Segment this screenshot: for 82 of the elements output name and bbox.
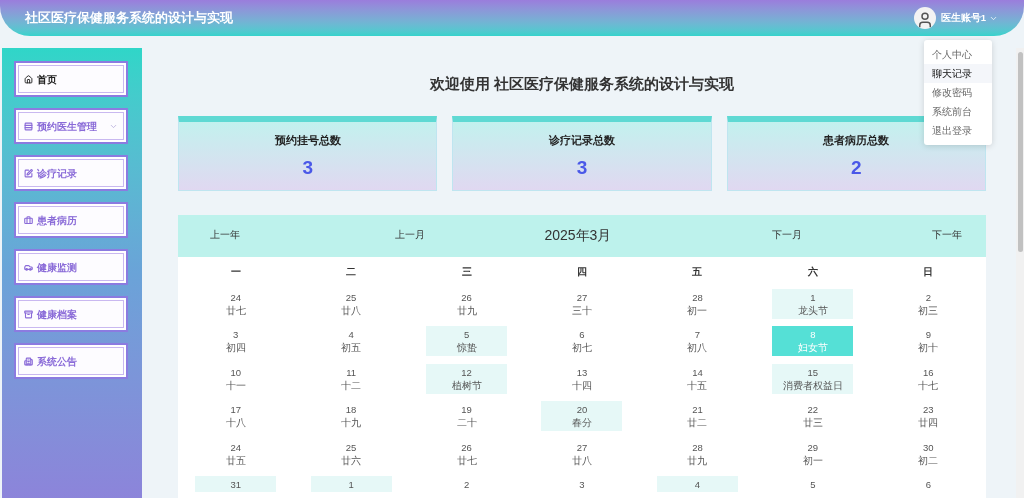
stat-value: 3 xyxy=(576,156,588,180)
weekday-label: 六 xyxy=(806,265,819,280)
calendar-day[interactable]: 21 廿二 xyxy=(656,401,738,431)
calendar-day[interactable]: 31 xyxy=(195,476,277,492)
calendar-day[interactable]: 2 xyxy=(426,476,508,492)
avatar-icon xyxy=(913,7,936,29)
calendar-day[interactable]: 6 初七 xyxy=(541,326,623,356)
calendar-day[interactable]: 12 植树节 xyxy=(426,363,508,394)
calendar-day[interactable]: 26 廿七 xyxy=(426,438,508,469)
calendar-day[interactable]: 15 消费者权益日 xyxy=(772,363,854,394)
stat-label: 诊疗记录总数 xyxy=(549,132,615,148)
app-title: 社区医疗保健服务系统的设计与实现 xyxy=(25,9,233,27)
calendar-day[interactable]: 4 初五 xyxy=(310,326,392,356)
calendar-day[interactable]: 1 xyxy=(310,476,392,492)
calendar-day[interactable]: 3 初四 xyxy=(195,326,277,356)
stat-label: 预约挂号总数 xyxy=(274,132,341,148)
chevron-icon xyxy=(109,122,118,131)
calendar-day[interactable]: 5 惊蛰 xyxy=(426,326,508,356)
calendar-day[interactable]: 28 廿九 xyxy=(656,438,738,469)
calendar-day[interactable]: 17 十八 xyxy=(195,401,277,431)
stat-label: 患者病历总数 xyxy=(823,132,890,148)
weekday-label: 日 xyxy=(922,265,935,280)
calendar-day[interactable]: 27 廿八 xyxy=(541,438,623,469)
prev-year-button[interactable]: 上一年 xyxy=(194,228,350,243)
calendar-day[interactable]: 18 十九 xyxy=(310,401,392,431)
menu-item[interactable]: 退出登录 xyxy=(924,121,992,140)
calendar-day[interactable]: 30 初二 xyxy=(887,438,969,469)
building-icon xyxy=(24,356,33,366)
calendar-day[interactable]: 29 初一 xyxy=(772,438,854,469)
calendar-day[interactable]: 5 xyxy=(772,476,854,492)
rows-icon xyxy=(24,121,33,131)
calendar-day[interactable]: 22 廿三 xyxy=(772,401,854,431)
calendar-day[interactable]: 26 廿九 xyxy=(426,288,508,319)
calendar-day[interactable]: 16 十七 xyxy=(887,363,969,394)
calendar-day[interactable]: 14 十五 xyxy=(656,363,738,394)
calendar-day[interactable]: 13 十四 xyxy=(541,363,623,394)
weekday-label: 一 xyxy=(229,265,242,280)
sidebar-item[interactable]: 患者病历 xyxy=(14,202,128,238)
calendar-day[interactable]: 3 xyxy=(541,476,623,492)
menu-item[interactable]: 个人中心 xyxy=(924,45,992,64)
calendar-day[interactable]: 25 廿八 xyxy=(310,288,392,319)
archive-icon xyxy=(24,309,33,319)
calendar-day[interactable]: 11 十二 xyxy=(310,363,392,394)
calendar-day[interactable]: 4 xyxy=(656,476,738,492)
next-year-button[interactable]: 下一年 xyxy=(876,228,970,243)
month-title: 2025年3月 xyxy=(543,226,613,245)
calendar-day[interactable]: 20 春分 xyxy=(541,401,623,431)
prev-month-button[interactable]: 上一月 xyxy=(349,228,505,243)
calendar-day[interactable]: 25 廿六 xyxy=(310,438,392,469)
sidebar-item[interactable]: 预约医生管理 xyxy=(14,108,128,144)
sidebar-item[interactable]: 首页 xyxy=(14,61,128,97)
sidebar-item[interactable]: 诊疗记录 xyxy=(14,155,128,191)
calendar-day[interactable]: 7 初八 xyxy=(656,326,738,356)
calendar-day[interactable]: 10 十一 xyxy=(195,363,277,394)
calendar-day[interactable]: 23 廿四 xyxy=(887,401,969,431)
sidebar-item[interactable]: 健康监测 xyxy=(14,249,128,285)
calendar-day[interactable]: 2 初三 xyxy=(887,288,969,319)
calendar-day[interactable]: 1 龙头节 xyxy=(772,288,854,319)
weekday-label: 三 xyxy=(460,265,473,280)
calendar-day[interactable]: 27 三十 xyxy=(541,288,623,319)
weekday-label: 五 xyxy=(691,265,704,280)
home-icon xyxy=(24,74,33,84)
calendar-day[interactable]: 24 廿五 xyxy=(195,438,277,469)
calendar-day[interactable]: 6 xyxy=(887,476,969,492)
briefcase-icon xyxy=(24,215,33,225)
car-icon xyxy=(24,262,33,272)
calendar-day[interactable]: 19 二十 xyxy=(426,401,508,431)
calendar-day[interactable]: 24 廿七 xyxy=(195,288,277,319)
weekday-label: 四 xyxy=(576,265,588,280)
welcome-heading: 欢迎使用 社区医疗保健服务系统的设计与实现 xyxy=(429,74,735,94)
stat-value: 3 xyxy=(302,156,313,180)
edit-icon xyxy=(24,168,33,178)
menu-item[interactable]: 聊天记录 xyxy=(924,64,992,83)
sidebar-item[interactable]: 系统公告 xyxy=(14,343,128,379)
calendar-day[interactable]: 9 初十 xyxy=(887,326,969,356)
next-month-button[interactable]: 下一月 xyxy=(721,228,877,243)
sidebar-item[interactable]: 健康档案 xyxy=(14,296,128,332)
menu-item[interactable]: 系统前台 xyxy=(924,102,992,121)
menu-item[interactable]: 修改密码 xyxy=(924,83,992,102)
calendar-day[interactable]: 28 初一 xyxy=(656,288,738,319)
stat-value: 2 xyxy=(851,156,862,180)
weekday-label: 二 xyxy=(345,265,358,280)
